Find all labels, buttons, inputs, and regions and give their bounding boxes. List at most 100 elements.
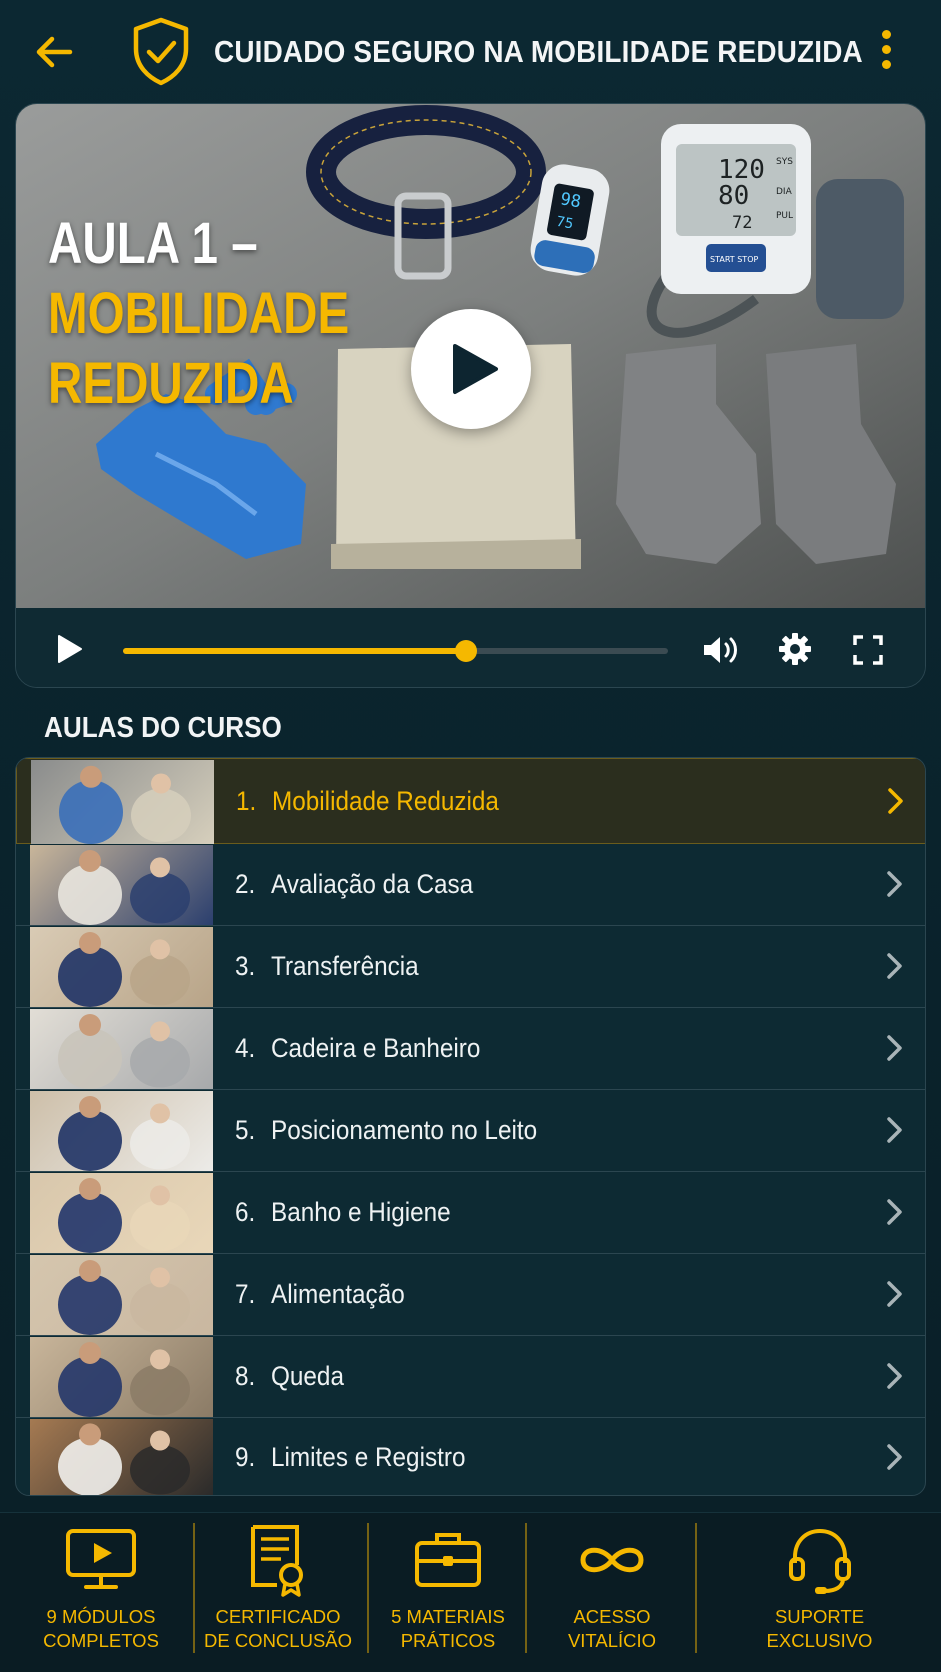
lesson-item-4[interactable]: 4. Cadeira e Banheiro: [16, 1008, 925, 1090]
lesson-title: Avaliação da Casa: [271, 869, 474, 899]
lesson-number: 8.: [235, 1361, 256, 1391]
svg-text:START STOP: START STOP: [710, 255, 758, 264]
top-bar: CUIDADO SEGURO NA MOBILIDADE REDUZIDA: [0, 0, 941, 100]
lesson-number: 4.: [235, 1033, 256, 1063]
certificate-icon: [241, 1523, 315, 1597]
lesson-thumbnail: [30, 1009, 213, 1089]
lesson-thumbnail: [30, 1173, 213, 1253]
lesson-number: 1.: [236, 786, 257, 816]
lesson-item-7[interactable]: 7. Alimentação: [16, 1254, 925, 1336]
lesson-number: 9.: [235, 1441, 256, 1472]
lesson-label: 7. Alimentação: [235, 1279, 405, 1310]
monitor-play-icon: [64, 1523, 138, 1597]
fullscreen-icon[interactable]: [852, 634, 884, 666]
lesson-label: 9. Limites e Registro: [235, 1442, 465, 1473]
svg-text:80: 80: [718, 181, 749, 211]
features-bar: 9 MÓDULOS COMPLETOS CERTIFICADO DE CONCLU…: [0, 1512, 941, 1672]
feature-4: ACESSO VITALÍCIO: [528, 1513, 696, 1672]
lesson-title: Transferência: [271, 951, 419, 981]
lesson-label: 1. Mobilidade Reduzida: [236, 786, 499, 817]
chevron-right-icon: [884, 1279, 906, 1309]
shield-check-icon: [130, 16, 192, 86]
lesson-item-1[interactable]: 1. Mobilidade Reduzida: [16, 758, 925, 844]
lesson-item-3[interactable]: 3. Transferência: [16, 926, 925, 1008]
video-progress-handle[interactable]: [455, 640, 478, 662]
lesson-thumbnail: [30, 845, 213, 925]
lesson-number: 6.: [235, 1197, 256, 1227]
lesson-label: 4. Cadeira e Banheiro: [235, 1033, 480, 1064]
lesson-thumbnail: [30, 1337, 213, 1417]
volume-icon[interactable]: [702, 634, 740, 666]
video-player: 98 75 120 80 72 SYS DIA PUL START STOP A…: [15, 103, 926, 688]
lesson-number: 2.: [235, 869, 256, 899]
lesson-video-title: AULA 1 – MOBILIDADE REDUZIDA: [48, 211, 350, 416]
headset-icon: [783, 1523, 857, 1597]
svg-text:SYS: SYS: [776, 157, 793, 167]
feature-divider: [367, 1523, 369, 1653]
feature-5: SUPORTE EXCLUSIVO: [698, 1513, 941, 1672]
lesson-item-5[interactable]: 5. Posicionamento no Leito: [16, 1090, 925, 1172]
lesson-thumbnail: [30, 927, 213, 1007]
lesson-title: Banho e Higiene: [271, 1197, 451, 1227]
feature-label: 5 MATERIAIS PRÁTICOS: [391, 1606, 505, 1651]
video-controls: [16, 608, 925, 687]
settings-gear-icon[interactable]: [778, 632, 812, 666]
feature-label: ACESSO VITALÍCIO: [567, 1606, 657, 1651]
video-progress-bar[interactable]: [123, 640, 668, 662]
lesson-list: 1. Mobilidade Reduzida 2. Avaliação da Casa…: [15, 757, 926, 1496]
lesson-item-6[interactable]: 6. Banho e Higiene: [16, 1172, 925, 1254]
lesson-thumbnail: [30, 1419, 213, 1495]
infinity-icon: [575, 1523, 649, 1597]
lesson-title: Cadeira e Banheiro: [271, 1033, 481, 1063]
chevron-right-icon: [884, 1033, 906, 1063]
chevron-right-icon: [885, 786, 907, 816]
briefcase-icon: [411, 1523, 485, 1597]
lesson-title: Posicionamento no Leito: [271, 1115, 538, 1145]
chevron-right-icon: [884, 951, 906, 981]
more-options-icon[interactable]: [876, 30, 896, 76]
chevron-right-icon: [884, 1197, 906, 1227]
lesson-title: Alimentação: [271, 1279, 405, 1309]
lessons-section-title: AULAS DO CURSO: [44, 712, 282, 744]
lesson-label: 5. Posicionamento no Leito: [235, 1115, 537, 1146]
play-icon[interactable]: [54, 634, 84, 664]
chevron-right-icon: [884, 1115, 906, 1145]
lesson-item-9[interactable]: 9. Limites e Registro: [16, 1418, 925, 1495]
back-arrow-icon[interactable]: [34, 32, 74, 72]
feature-1: 9 MÓDULOS COMPLETOS: [8, 1513, 194, 1672]
svg-text:75: 75: [555, 214, 574, 233]
lesson-thumbnail: [30, 1091, 213, 1171]
svg-text:PUL: PUL: [776, 211, 793, 221]
feature-label: SUPORTE EXCLUSIVO: [766, 1606, 873, 1651]
lesson-number: 3.: [235, 951, 256, 981]
lesson-number: 5.: [235, 1115, 256, 1145]
lesson-label: 8. Queda: [235, 1361, 344, 1392]
lesson-title: Queda: [271, 1361, 344, 1391]
lesson-number: 7.: [235, 1279, 256, 1309]
chevron-right-icon: [884, 869, 906, 899]
lesson-label: 2. Avaliação da Casa: [235, 869, 473, 900]
feature-3: 5 MATERIAIS PRÁTICOS: [370, 1513, 526, 1672]
feature-2: CERTIFICADO DE CONCLUSÃO: [188, 1513, 368, 1672]
feature-divider: [695, 1523, 697, 1653]
svg-text:DIA: DIA: [776, 187, 793, 197]
play-video-button[interactable]: [411, 309, 531, 429]
lesson-label: 3. Transferência: [235, 951, 419, 982]
feature-label: CERTIFICADO DE CONCLUSÃO: [203, 1606, 353, 1651]
lesson-label: 6. Banho e Higiene: [235, 1197, 451, 1228]
lesson-thumbnail: [31, 760, 214, 844]
lesson-item-2[interactable]: 2. Avaliação da Casa: [16, 844, 925, 926]
page-title: CUIDADO SEGURO NA MOBILIDADE REDUZIDA: [214, 34, 863, 69]
lesson-title: Mobilidade Reduzida: [272, 786, 499, 816]
feature-label: 9 MÓDULOS COMPLETOS: [43, 1606, 159, 1651]
lesson-title: Limites e Registro: [271, 1441, 466, 1472]
lesson-item-8[interactable]: 8. Queda: [16, 1336, 925, 1418]
video-progress-fill: [123, 648, 467, 654]
chevron-right-icon: [884, 1442, 906, 1472]
svg-text:72: 72: [732, 213, 752, 233]
video-thumbnail[interactable]: 98 75 120 80 72 SYS DIA PUL START STOP A…: [16, 104, 925, 608]
chevron-right-icon: [884, 1361, 906, 1391]
svg-text:98: 98: [559, 189, 583, 212]
lesson-thumbnail: [30, 1255, 213, 1335]
feature-divider: [525, 1523, 527, 1653]
